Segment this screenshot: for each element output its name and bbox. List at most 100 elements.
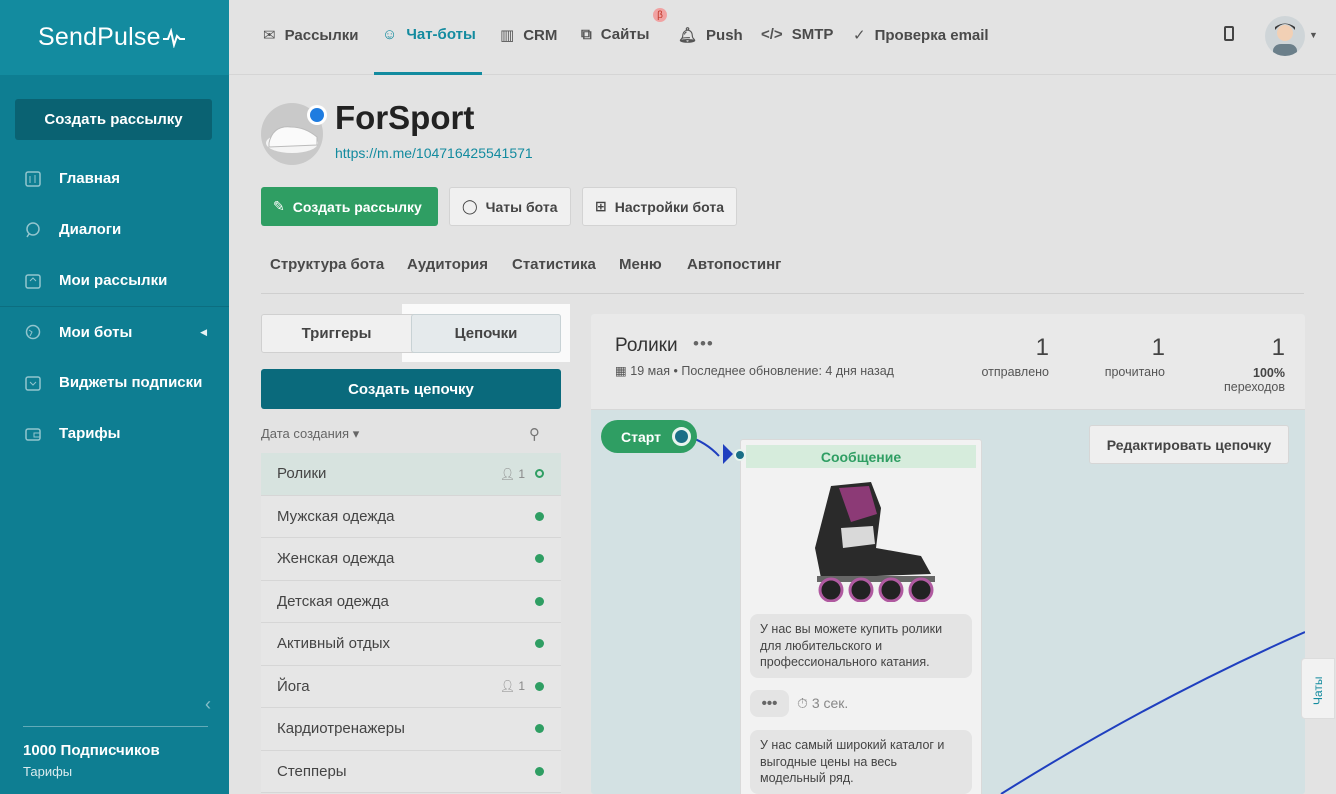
sidebar-create-campaign-button[interactable]: Создать рассылку — [15, 99, 212, 140]
tab-statistics[interactable]: Статистика — [512, 256, 596, 273]
chats-side-tab[interactable]: Чаты — [1301, 658, 1335, 719]
sidebar-item-label: Виджеты подписки — [59, 374, 203, 391]
stat-clicks: 1 100% переходов — [1207, 334, 1285, 394]
chain-list-item[interactable]: Детская одежда — [261, 580, 561, 623]
top-nav-email-verify[interactable]: ✓ Проверка email — [853, 26, 989, 45]
tariff-link[interactable]: Тарифы — [23, 764, 208, 779]
stat-label: переходов — [1223, 380, 1285, 394]
sidebar-item-label: Мои боты — [59, 323, 133, 341]
chain-name: Степперы — [277, 762, 347, 780]
sidebar-item-campaigns[interactable]: Мои рассылки — [0, 255, 229, 306]
delay-value: 3 сек. — [811, 695, 849, 711]
top-nav-label: CRM — [523, 26, 558, 44]
bot-link[interactable]: https://m.me/104716425541571 — [335, 145, 533, 161]
more-options-icon[interactable]: ••• — [693, 334, 714, 354]
stat-percent: 100% — [1253, 366, 1285, 380]
chain-list-item[interactable]: Активный отдых — [261, 623, 561, 666]
chain-list-item[interactable]: Мужская одежда — [261, 495, 561, 538]
chain-name: Ролики — [277, 465, 327, 483]
crm-icon: ▥ — [500, 27, 515, 44]
typing-indicator: ••• — [750, 690, 789, 717]
collapse-sidebar-icon[interactable]: ‹ — [205, 694, 211, 715]
connector-handle[interactable] — [672, 427, 691, 446]
message-node[interactable]: Сообщение У нас вы можете купить ролики … — [740, 439, 982, 794]
bot-settings-button[interactable]: ⊞ Настройки бота — [582, 187, 737, 226]
chain-date: 19 мая — [630, 364, 670, 378]
top-nav-label: SMTP — [791, 26, 834, 43]
top-nav-sites[interactable]: ⧉ Сайты — [581, 26, 649, 43]
tab-menu[interactable]: Меню — [619, 256, 662, 273]
chevron-down-icon[interactable]: ▼ — [1309, 30, 1318, 40]
widget-icon — [24, 374, 42, 392]
check-circle-icon: ✓ — [853, 27, 866, 44]
sidebar-item-home[interactable]: Главная — [0, 153, 229, 204]
create-campaign-button[interactable]: ✎ Создать рассылку — [261, 187, 438, 226]
chain-list-item[interactable]: Ролики 👤︎ 1 — [261, 453, 561, 496]
message-node-header: Сообщение — [746, 445, 976, 468]
chain-name: Детская одежда — [277, 592, 389, 610]
message-input-handle[interactable] — [734, 449, 746, 461]
sidebar: SendPulse Создать рассылку Главная Диало… — [0, 0, 229, 794]
phone-icon[interactable] — [1224, 26, 1234, 41]
top-nav-crm[interactable]: ▥ CRM — [500, 26, 558, 45]
chain-updated: Последнее обновление: 4 дня назад — [681, 364, 894, 378]
edit-chain-button[interactable]: Редактировать цепочку — [1089, 425, 1289, 464]
home-icon — [24, 170, 42, 188]
chat-bubble-icon: ◯ — [462, 198, 478, 214]
sidebar-item-label: Мои рассылки — [59, 272, 168, 289]
chain-name: Мужская одежда — [277, 507, 395, 525]
messenger-icon — [307, 105, 327, 125]
stat-value: 1 — [1151, 334, 1165, 361]
stat-sent: 1 отправлено — [979, 334, 1049, 379]
inline-skate-image — [815, 482, 935, 602]
logo[interactable]: SendPulse — [0, 0, 229, 75]
sidebar-item-dialogs[interactable]: Диалоги — [0, 204, 229, 255]
chain-list-item[interactable]: Йога 👤︎ 1 — [261, 665, 561, 708]
status-dot — [535, 766, 544, 776]
top-nav-label: Рассылки — [284, 26, 359, 44]
stat-label: прочитано — [1104, 365, 1165, 379]
tab-audience[interactable]: Аудитория — [407, 256, 488, 273]
chain-list: Ролики 👤︎ 1 Мужская одежда Женская одежд… — [261, 453, 561, 793]
top-nav-push[interactable]: 🔔︎ Push — [678, 26, 743, 45]
sidebar-item-widgets[interactable]: Виджеты подписки — [0, 357, 229, 408]
segment-triggers[interactable]: Триггеры — [262, 315, 411, 352]
tab-bot-structure[interactable]: Структура бота — [270, 256, 384, 273]
chain-name: Кардиотренажеры — [277, 720, 405, 738]
settings-sliders-icon: ⊞ — [595, 198, 607, 214]
button-label: Создать рассылку — [292, 198, 422, 215]
sidebar-item-my-bots[interactable]: Мои боты ◀ — [0, 306, 229, 357]
chain-list-item[interactable]: Женская одежда — [261, 538, 561, 581]
chain-list-item[interactable]: Степперы — [261, 750, 561, 793]
sidebar-footer: 1000 Подписчиков Тарифы — [23, 726, 208, 779]
user-avatar[interactable] — [1265, 16, 1305, 56]
status-dot — [535, 724, 544, 734]
create-chain-button[interactable]: Создать цепочку — [261, 369, 561, 409]
bot-chats-button[interactable]: ◯ Чаты бота — [449, 187, 571, 226]
typing-delay: ••• ⏱ 3 сек. — [750, 690, 848, 717]
chain-list-item[interactable]: Кардиотренажеры — [261, 708, 561, 751]
chat-bubble-icon — [24, 221, 42, 239]
edit-icon: ✎ — [273, 198, 285, 214]
chain-panel: Ролики ••• ▦ 19 мая • Последнее обновлен… — [591, 314, 1305, 794]
top-nav-mailings[interactable]: ✉ Рассылки — [263, 26, 359, 45]
segment-chains[interactable]: Цепочки — [411, 314, 561, 353]
tab-autoposting[interactable]: Автопостинг — [687, 256, 781, 273]
subscribers-count: 1000 Подписчиков — [23, 742, 160, 759]
calendar-icon: ▦ — [615, 364, 627, 378]
top-nav-smtp[interactable]: </> SMTP — [761, 26, 833, 43]
sidebar-item-label: Диалоги — [59, 221, 122, 238]
pulse-icon — [162, 27, 185, 48]
status-dot — [535, 681, 544, 691]
top-nav: ✉ Рассылки ☺ Чат-боты ▥ CRM ⧉ Сайты β 🔔︎ Push… — [229, 0, 1336, 75]
search-icon[interactable]: ⚲ — [529, 425, 540, 443]
status-dot — [535, 469, 544, 479]
top-nav-chatbots[interactable]: ☺ Чат-боты — [382, 26, 476, 43]
sort-label: Дата создания — [261, 426, 350, 441]
start-node[interactable]: Старт — [601, 420, 697, 453]
chain-name: Активный отдых — [277, 635, 390, 653]
stat-value: 1 — [1271, 334, 1285, 361]
sort-by-date-dropdown[interactable]: Дата создания ▾ — [261, 426, 359, 442]
sidebar-item-tariffs[interactable]: Тарифы — [0, 408, 229, 459]
main-content: ForSport https://m.me/104716425541571 ✎ С… — [229, 75, 1336, 794]
